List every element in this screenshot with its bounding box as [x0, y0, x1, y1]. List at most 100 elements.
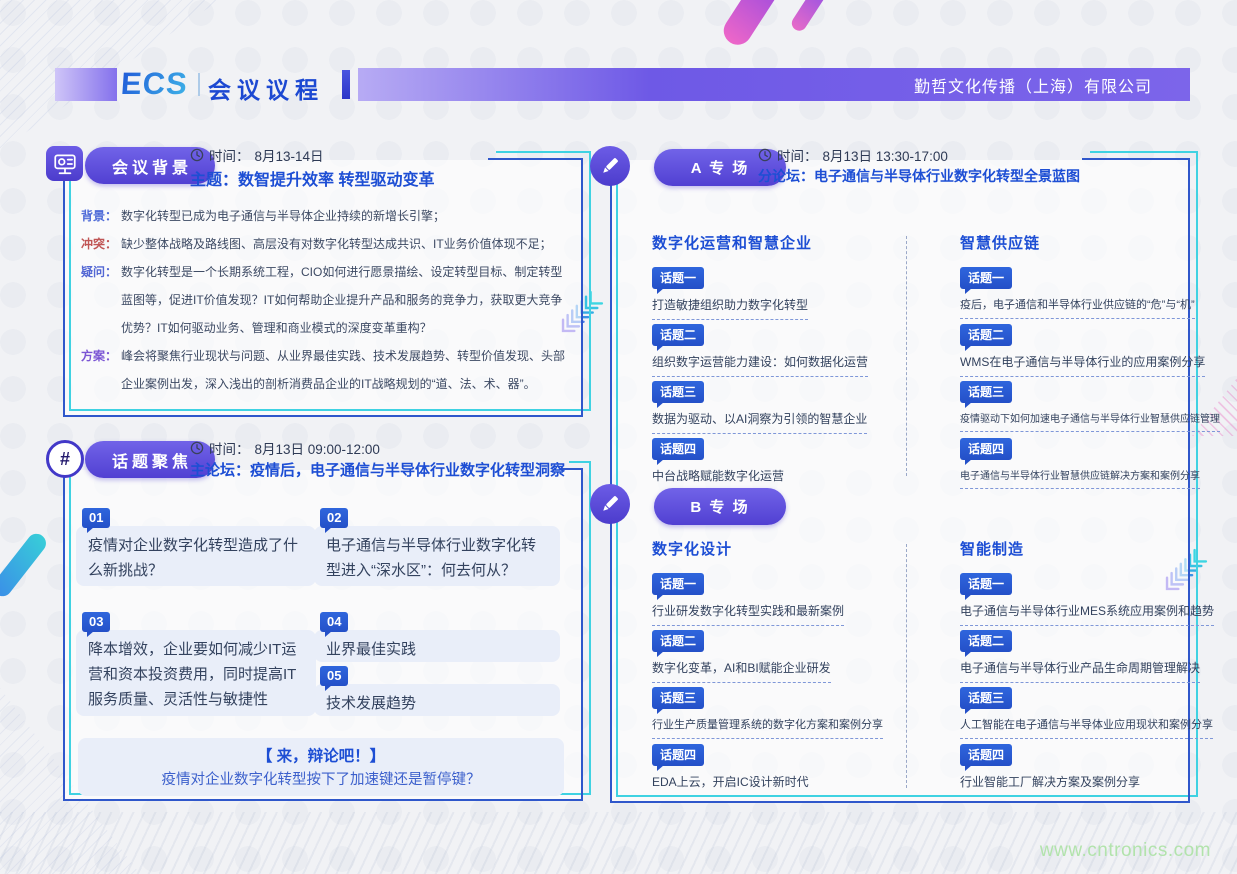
pen-glyph	[598, 492, 622, 516]
topic-item: 话题一 疫后，电子通信和半导体行业供应链的“危”与“机”	[960, 267, 1228, 324]
company-name: 勤哲文化传播（上海）有限公司	[914, 73, 1190, 97]
pen-glyph	[598, 154, 622, 178]
topic-text: 疫情驱动下如何加速电子通信与半导体行业智慧供应链管理	[960, 410, 1220, 432]
projector-icon	[46, 146, 83, 181]
topic-text: 行业生产质量管理系统的数字化方案和案例分享	[652, 716, 883, 739]
topic-tag: 话题一	[960, 267, 1012, 289]
time-label: 时间：	[777, 145, 818, 165]
topic-text: EDA上云，开启IC设计新时代	[652, 773, 809, 796]
row-text: 峰会将聚焦行业现状与问题、从业界最佳实践、技术发展趋势、转型价值发现、头部企业案…	[121, 342, 567, 398]
ecs-logo: ECS	[120, 66, 189, 102]
background-row: 背景： 数字化转型已成为电子通信与半导体企业持续的新增长引擎；	[81, 202, 567, 230]
topic-item: 话题三 行业生产质量管理系统的数字化方案和案例分享	[652, 687, 904, 744]
time-row: 时间：8月13-14日	[190, 145, 324, 165]
background-row: 冲突： 缺少整体战略及路线图、高层没有对数字化转型达成共识、IT业务价值体现不足…	[81, 230, 567, 258]
row-text: 数字化转型已成为电子通信与半导体企业持续的新增长引擎；	[121, 202, 567, 230]
topic-tag: 话题四	[652, 438, 704, 460]
column-heading: 智慧供应链	[960, 232, 1228, 253]
topic-item: 话题二 数字化变革，AI和BI赋能企业研发	[652, 630, 904, 687]
topic-tag: 话题三	[960, 687, 1012, 709]
topic-text: 行业智能工厂解决方案及案例分享	[960, 773, 1140, 796]
topic-number-badge: 05	[320, 666, 348, 686]
time-value: 8月13日 13:30-17:00	[823, 145, 948, 165]
column-heading: 智能制造	[960, 538, 1228, 559]
topic-tag: 话题四	[960, 438, 1012, 460]
background-text-block: 背景： 数字化转型已成为电子通信与半导体企业持续的新增长引擎； 冲突： 缺少整体…	[81, 202, 567, 398]
topic-number-badge: 02	[320, 508, 348, 528]
pen-icon	[590, 484, 630, 524]
conference-background-panel: 会议背景 时间：8月13-14日 主题：数智提升效率 转型驱动变革 背景： 数字…	[63, 160, 583, 417]
topic-tag: 话题一	[652, 573, 704, 595]
page-title: 会议议程	[208, 71, 324, 105]
row-label: 方案：	[81, 342, 121, 398]
topic-tag: 话题二	[960, 324, 1012, 346]
clock-icon	[190, 148, 204, 162]
time-value: 8月13日 09:00-12:00	[255, 438, 380, 458]
slash-decoration	[0, 530, 50, 600]
forum-title: 主论坛：疫情后，电子通信与半导体行业数字化转型洞察	[190, 459, 565, 480]
topic-item: 话题一 行业研发数字化转型实践和最新案例	[652, 573, 904, 630]
topic-text: 电子通信与半导体行业智慧供应链解决方案和案例分享	[960, 467, 1200, 489]
row-text: 缺少整体战略及路线图、高层没有对数字化转型达成共识、IT业务价值体现不足；	[121, 230, 567, 258]
focus-topic-card: 业界最佳实践	[314, 630, 560, 662]
header-bar: ECS 会议议程 勤哲文化传播（上海）有限公司	[0, 0, 1237, 110]
session-a-forum-title: 分论坛：电子通信与半导体行业数字化转型全景蓝图	[758, 166, 1080, 186]
column-heading: 数字化设计	[652, 538, 904, 559]
topic-tag: 话题三	[960, 381, 1012, 403]
topic-item: 话题三 人工智能在电子通信与半导体业应用现状和案例分享	[960, 687, 1228, 744]
topic-item: 话题二 组织数字运营能力建设：如何数据化运营	[652, 324, 904, 381]
header-left-band	[55, 68, 117, 101]
topic-item: 话题二 电子通信与半导体行业产品生命周期管理解决	[960, 630, 1228, 687]
row-label: 背景：	[81, 202, 121, 230]
topic-item: 话题三 数据为驱动、以AI洞察为引领的智慧企业	[652, 381, 904, 438]
sessions-panel: A 专 场 时间：8月13日 13:30-17:00 分论坛：电子通信与半导体行…	[610, 160, 1190, 803]
debate-box: 【 来，辩论吧！】 疫情对企业数字化转型按下了加速键还是暂停键？	[78, 738, 564, 796]
topic-focus-panel: # 话题聚焦 时间：8月13日 09:00-12:00 主论坛：疫情后，电子通信…	[63, 470, 583, 801]
flyer-page: ECS 会议议程 勤哲文化传播（上海）有限公司 会议背景 时间：8月13-14日…	[0, 0, 1237, 874]
topic-text: 中台战略赋能数字化运营	[652, 467, 784, 490]
session-b-col-1: 数字化设计 话题一 行业研发数字化转型实践和最新案例 话题二 数字化变革，AI和…	[652, 538, 904, 801]
topic-item: 话题四 行业智能工厂解决方案及案例分享	[960, 744, 1228, 801]
topic-item: 话题一 打造敏捷组织助力数字化转型	[652, 267, 904, 324]
time-row: 时间：8月13日 09:00-12:00	[190, 438, 380, 458]
topic-text: 人工智能在电子通信与半导体业应用现状和案例分享	[960, 716, 1213, 739]
topic-number-badge: 01	[82, 508, 110, 528]
topic-item: 话题二 WMS在电子通信与半导体行业的应用案例分享	[960, 324, 1228, 381]
topic-text: WMS在电子通信与半导体行业的应用案例分享	[960, 353, 1205, 377]
topic-tag: 话题三	[652, 381, 704, 403]
topic-text: 电子通信与半导体行业MES系统应用案例和趋势	[960, 602, 1214, 626]
topic-tag: 话题二	[652, 630, 704, 652]
topic-tag: 话题一	[960, 573, 1012, 595]
topic-tag: 话题三	[652, 687, 704, 709]
topic-text: 数字化变革，AI和BI赋能企业研发	[652, 659, 831, 683]
time-row: 时间：8月13日 13:30-17:00	[758, 145, 948, 165]
clock-icon	[190, 441, 204, 455]
row-text: 数字化转型是一个长期系统工程，CIO如何进行愿景描绘、设定转型目标、制定转型蓝图…	[121, 258, 567, 342]
topic-text: 组织数字运营能力建设：如何数据化运营	[652, 353, 868, 377]
title-accent-bar	[342, 70, 350, 99]
debate-question: 疫情对企业数字化转型按下了加速键还是暂停键？	[78, 769, 564, 791]
topic-text: 行业研发数字化转型实践和最新案例	[652, 602, 844, 626]
topic-tag: 话题四	[652, 744, 704, 766]
topic-text: 打造敏捷组织助力数字化转型	[652, 296, 808, 320]
row-label: 冲突：	[81, 230, 121, 258]
background-row: 疑问： 数字化转型是一个长期系统工程，CIO如何进行愿景描绘、设定转型目标、制定…	[81, 258, 567, 342]
clock-icon	[758, 148, 772, 162]
debate-title: 【 来，辩论吧！】	[78, 745, 564, 769]
topic-number-badge: 03	[82, 612, 110, 632]
row-label: 疑问：	[81, 258, 121, 342]
focus-topic-card: 电子通信与半导体行业数字化转型进入“深水区”：何去何从？	[314, 526, 560, 586]
session-a-columns: 数字化运营和智慧企业 话题一 打造敏捷组织助力数字化转型 话题二 组织数字运营能…	[652, 232, 1228, 495]
session-b-col-2: 智能制造 话题一 电子通信与半导体行业MES系统应用案例和趋势 话题二 电子通信…	[960, 538, 1228, 801]
theme-title: 主题：数智提升效率 转型驱动变革	[190, 166, 434, 190]
topic-text: 数据为驱动、以AI洞察为引领的智慧企业	[652, 410, 867, 434]
session-b-badge: B 专 场	[654, 488, 786, 525]
time-value: 8月13-14日	[255, 145, 324, 165]
topic-text: 电子通信与半导体行业产品生命周期管理解决	[960, 659, 1200, 683]
topic-tag: 话题一	[652, 267, 704, 289]
topic-tag: 话题二	[960, 630, 1012, 652]
topic-text: 疫后，电子通信和半导体行业供应链的“危”与“机”	[960, 296, 1195, 319]
session-a-col-2: 智慧供应链 话题一 疫后，电子通信和半导体行业供应链的“危”与“机” 话题二 W…	[960, 232, 1228, 495]
header-right-band: 勤哲文化传播（上海）有限公司	[358, 68, 1190, 101]
background-row: 方案： 峰会将聚焦行业现状与问题、从业界最佳实践、技术发展趋势、转型价值发现、头…	[81, 342, 567, 398]
